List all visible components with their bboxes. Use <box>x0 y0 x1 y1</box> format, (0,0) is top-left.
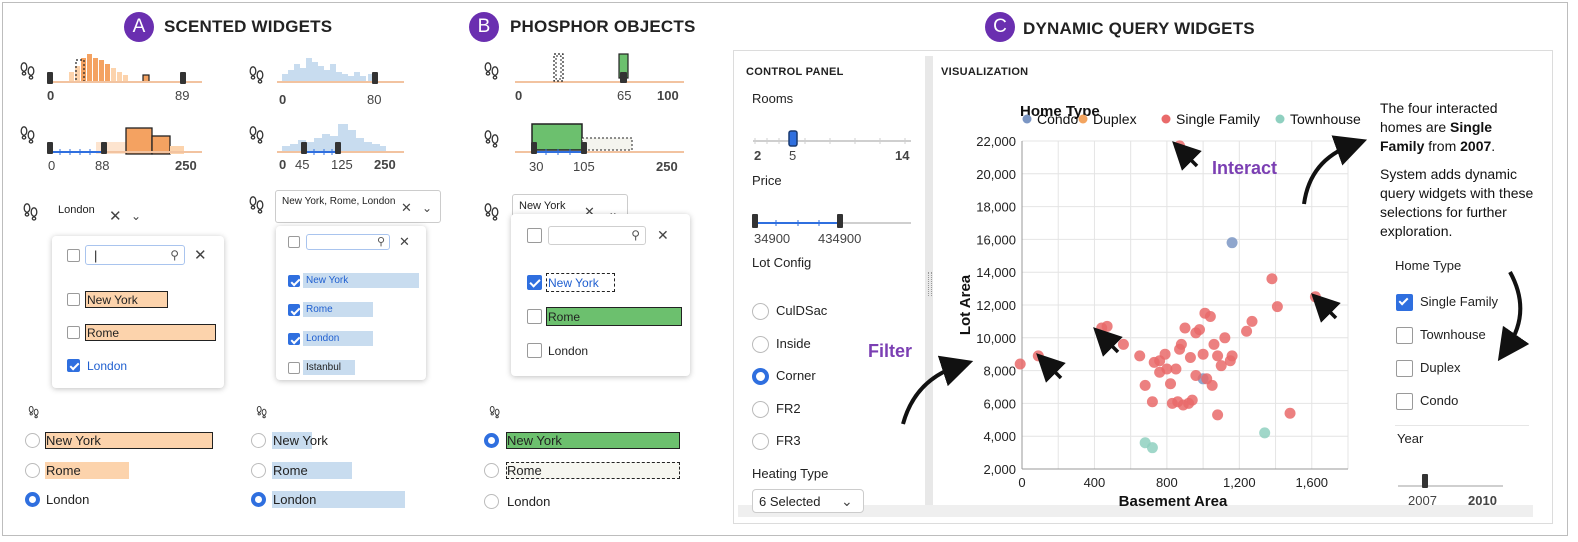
radio-button[interactable] <box>484 494 499 509</box>
point-arrows <box>1036 141 1341 383</box>
lot-config-radio[interactable] <box>752 433 769 450</box>
checklist-item-label: Rome <box>306 304 333 315</box>
interact-arrow <box>1302 135 1368 205</box>
year-slider[interactable] <box>1395 470 1505 492</box>
checkbox[interactable] <box>67 359 80 372</box>
checklist-item-label: New York <box>87 293 138 307</box>
radio-button[interactable] <box>25 433 40 448</box>
checkbox[interactable] <box>288 304 300 316</box>
radio-button[interactable] <box>251 492 266 507</box>
checkbox[interactable] <box>527 309 542 324</box>
checkbox[interactable] <box>288 362 300 374</box>
interaction-explanation: The four interacted homes are Single Fam… <box>1380 100 1498 154</box>
home-type-option-label: Townhouse <box>1420 327 1486 342</box>
checkbox[interactable] <box>67 326 80 339</box>
radio-button[interactable] <box>484 433 499 448</box>
radio-label: Rome <box>46 463 81 478</box>
lot-config-option-label: Inside <box>776 335 811 351</box>
home-type-option-label: Condo <box>1420 393 1459 408</box>
lot-config-radio[interactable] <box>752 335 769 353</box>
home-type-checkbox[interactable] <box>1396 393 1413 410</box>
checklist-item-label: London <box>306 333 340 344</box>
lot-config-option-label: FR3 <box>776 433 801 448</box>
home-type-option-label: Duplex <box>1420 360 1461 375</box>
lot-config-option-label: FR2 <box>776 400 801 416</box>
filter-arrow <box>901 355 974 425</box>
home-type-checkbox[interactable] <box>1396 327 1413 344</box>
lot-config-radio[interactable] <box>752 368 769 385</box>
year-min: 2007 <box>1408 493 1437 508</box>
radio-label: New York <box>46 433 101 448</box>
checkbox[interactable] <box>288 333 300 345</box>
lot-config-radio[interactable] <box>752 303 769 320</box>
radio-label: Rome <box>507 463 542 478</box>
checkbox[interactable] <box>527 343 542 358</box>
home-type-option-label: Single Family <box>1420 294 1499 309</box>
radio-label: New York <box>273 433 328 448</box>
widgets-arrow <box>1497 271 1530 362</box>
checkbox[interactable] <box>288 275 300 287</box>
lot-config-radio[interactable] <box>752 400 769 418</box>
system-explanation: System adds dynamic query widgets with t… <box>1380 166 1534 239</box>
home-type-label: Home Type <box>1395 258 1462 273</box>
annotation-arrows <box>901 135 1530 425</box>
checklist-item-label: London <box>548 344 589 358</box>
lot-config-option-label: CulDSac <box>776 303 828 318</box>
widget-separator <box>1395 425 1529 426</box>
radio-button[interactable] <box>484 463 499 478</box>
checkbox[interactable] <box>67 293 80 306</box>
checklist-item-label: Rome <box>548 310 581 324</box>
radio-label: New York <box>507 433 562 448</box>
lot-config-option-label: Corner <box>776 368 816 383</box>
radio-button[interactable] <box>25 492 40 507</box>
figure-root: A SCENTED WIDGETS B PHOSPHOR OBJECTS C D… <box>0 0 1578 542</box>
checklist-item-label: Istanbul <box>306 362 342 373</box>
checkbox[interactable] <box>527 275 542 290</box>
checklist-item-label: Rome <box>87 326 120 340</box>
home-type-checkbox[interactable] <box>1396 294 1413 311</box>
radio-button[interactable] <box>25 463 40 478</box>
checklist-item-label: New York <box>548 276 599 290</box>
radio-button[interactable] <box>251 433 266 448</box>
year-max: 2010 <box>1468 493 1497 508</box>
radio-label: London <box>507 494 551 509</box>
checklist-item-label: London <box>87 359 128 373</box>
year-label: Year <box>1397 431 1424 446</box>
radio-label: London <box>46 492 90 507</box>
radio-label: London <box>273 492 317 507</box>
radio-button[interactable] <box>251 463 266 478</box>
checklist-item-label: New York <box>306 275 349 286</box>
home-type-checkbox[interactable] <box>1396 360 1413 377</box>
radio-label: Rome <box>273 463 308 478</box>
